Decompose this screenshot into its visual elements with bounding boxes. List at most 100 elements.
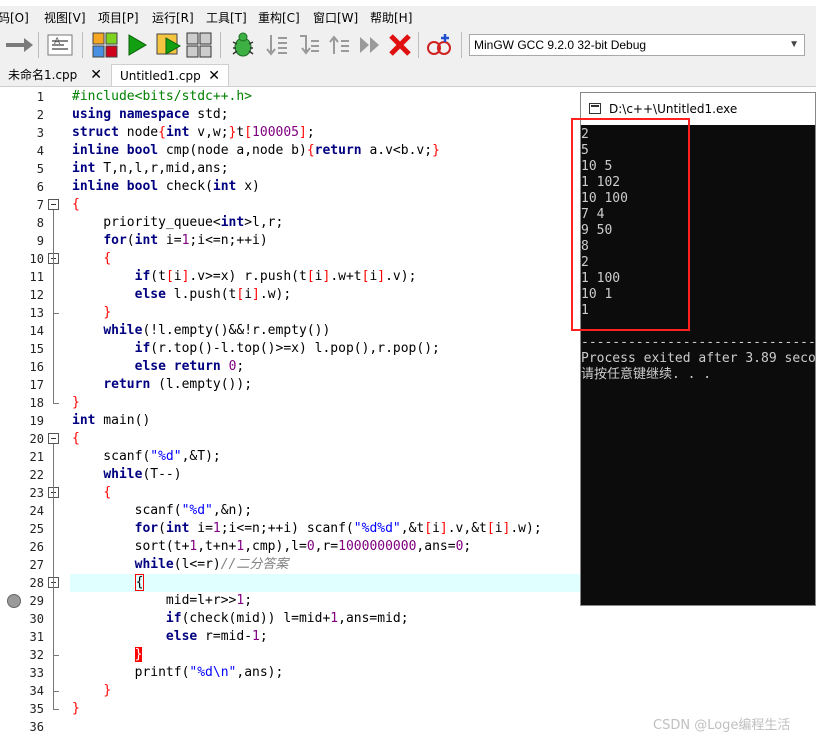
code-line[interactable]: } bbox=[72, 646, 143, 664]
code-line[interactable]: } bbox=[72, 394, 80, 412]
redo-arrow-icon[interactable] bbox=[4, 32, 34, 58]
line-number: 33 bbox=[29, 666, 44, 680]
code-line[interactable]: #include<bits/stdc++.h> bbox=[72, 88, 252, 106]
code-line[interactable]: { bbox=[72, 574, 145, 592]
code-token: ,r= bbox=[314, 539, 339, 554]
code-line[interactable]: int T,n,l,r,mid,ans; bbox=[72, 160, 229, 178]
code-token: int bbox=[134, 233, 159, 248]
menu-run[interactable]: 运行[R] bbox=[152, 9, 194, 26]
rebuild-all-icon[interactable] bbox=[186, 32, 212, 58]
code-token: ;i<=n;++i) scanf( bbox=[220, 521, 354, 536]
tab-untitled-cn[interactable]: 未命名1.cpp ✕ bbox=[0, 64, 110, 86]
run-icon[interactable] bbox=[126, 32, 148, 58]
code-token: node bbox=[118, 125, 159, 140]
menu-project[interactable]: 项目[P] bbox=[98, 9, 139, 26]
code-token: } bbox=[432, 143, 440, 158]
profile-analysis-icon[interactable] bbox=[426, 32, 452, 58]
compile-icon[interactable] bbox=[92, 32, 118, 58]
menu-code[interactable]: 码[O] bbox=[0, 9, 29, 26]
fold-toggle-icon[interactable] bbox=[48, 433, 59, 444]
code-line[interactable]: inline bool cmp(node a,node b){return a.… bbox=[72, 142, 440, 160]
breakpoint-marker-icon[interactable] bbox=[7, 594, 21, 608]
code-token: ; bbox=[236, 359, 245, 374]
code-token: "%d\n" bbox=[189, 665, 237, 680]
step-out-icon[interactable] bbox=[326, 32, 350, 58]
code-line[interactable]: else return 0; bbox=[72, 358, 245, 376]
fold-toggle-icon[interactable] bbox=[48, 199, 59, 210]
code-token: int bbox=[165, 521, 190, 536]
menu-help[interactable]: 帮助[H] bbox=[370, 9, 412, 26]
menu-view[interactable]: 视图[V] bbox=[44, 9, 86, 26]
code-line[interactable]: { bbox=[72, 484, 111, 502]
code-line[interactable]: sort(t+1,t+n+1,cmp),l=0,r=1000000000,ans… bbox=[72, 538, 472, 556]
code-line[interactable]: { bbox=[72, 196, 80, 214]
code-line[interactable]: for(int i=1;i<=n;++i) scanf("%d%d",&t[i]… bbox=[72, 520, 542, 538]
code-token: cmp(node a,node b) bbox=[158, 143, 307, 158]
code-line[interactable]: else l.push(t[i].w); bbox=[72, 286, 292, 304]
code-line[interactable]: while(l<=r)//二分答案 bbox=[72, 556, 289, 574]
menu-tools[interactable]: 工具[T] bbox=[206, 9, 247, 26]
code-line[interactable]: } bbox=[72, 682, 111, 700]
code-token: i= bbox=[158, 233, 182, 248]
code-line[interactable]: if(r.top()-l.top()>=x) l.pop(),r.pop(); bbox=[72, 340, 440, 358]
code-line[interactable]: if(t[i].v>=x) r.push(t[i].w+t[i].v); bbox=[72, 268, 417, 286]
code-line[interactable]: struct node{int v,w;}t[100005]; bbox=[72, 124, 315, 142]
code-token: .w+t bbox=[330, 269, 362, 284]
code-line[interactable]: { bbox=[72, 430, 80, 448]
code-token: ] bbox=[377, 269, 386, 284]
code-line[interactable]: if(check(mid)) l=mid+1,ans=mid; bbox=[72, 610, 409, 628]
close-icon[interactable]: ✕ bbox=[90, 64, 102, 86]
continue-icon[interactable] bbox=[358, 32, 382, 58]
line-number: 8 bbox=[36, 216, 44, 230]
stop-execution-icon[interactable] bbox=[388, 32, 412, 58]
menu-window[interactable]: 窗口[W] bbox=[313, 9, 358, 26]
step-over-icon[interactable] bbox=[264, 32, 288, 58]
toolbar-separator bbox=[38, 32, 39, 58]
code-token: 1 bbox=[252, 629, 260, 644]
code-token: >l,r; bbox=[244, 215, 284, 230]
code-line[interactable]: return (l.empty()); bbox=[72, 376, 252, 394]
code-token: { bbox=[134, 574, 145, 591]
code-line[interactable]: using namespace std; bbox=[72, 106, 229, 124]
close-icon[interactable]: ✕ bbox=[208, 65, 220, 87]
compile-run-icon[interactable] bbox=[156, 32, 182, 58]
code-line[interactable]: inline bool check(int x) bbox=[72, 178, 260, 196]
code-line[interactable]: scanf("%d",&n); bbox=[72, 502, 252, 520]
code-token: else bbox=[165, 629, 198, 644]
code-line[interactable]: { bbox=[72, 250, 111, 268]
code-line[interactable]: while(!l.empty()&&!r.empty()) bbox=[72, 322, 330, 340]
code-line[interactable]: else r=mid-1; bbox=[72, 628, 268, 646]
code-line[interactable]: } bbox=[72, 700, 80, 718]
debug-bug-icon[interactable] bbox=[230, 32, 256, 58]
code-line[interactable]: printf("%d\n",ans); bbox=[72, 664, 284, 682]
code-token: int bbox=[72, 413, 96, 428]
code-line[interactable]: scanf("%d",&T); bbox=[72, 448, 220, 466]
code-token: x) bbox=[236, 179, 260, 194]
menu-refactor[interactable]: 重构[C] bbox=[258, 9, 300, 26]
code-token: struct bbox=[72, 125, 119, 140]
line-number: 13 bbox=[29, 306, 44, 320]
line-number: 27 bbox=[29, 558, 44, 572]
code-token: i bbox=[244, 287, 253, 302]
tab-untitled1[interactable]: Untitled1.cpp ✕ bbox=[111, 64, 229, 86]
code-line[interactable]: int main() bbox=[72, 412, 150, 430]
code-line[interactable]: mid=l+r>>1; bbox=[72, 592, 252, 610]
format-code-icon[interactable]: A bbox=[46, 32, 74, 58]
code-token: } bbox=[134, 647, 143, 662]
line-number: 7 bbox=[36, 198, 44, 212]
code-line[interactable]: } bbox=[72, 304, 111, 322]
code-token: i bbox=[494, 521, 503, 536]
step-into-icon[interactable] bbox=[296, 32, 320, 58]
code-line[interactable]: for(int i=1;i<=n;++i) bbox=[72, 232, 267, 250]
code-token: bool bbox=[126, 179, 159, 194]
line-number: 28 bbox=[29, 576, 44, 590]
code-line[interactable]: priority_queue<int>l,r; bbox=[72, 214, 283, 232]
line-number-gutter[interactable]: 1 2 3 4 5 6 7 8 9 10 11 12 13 14 15 16 17 18 19 20 21 22 23 24 2… bbox=[0, 88, 70, 739]
compiler-select[interactable]: MinGW GCC 9.2.0 32-bit Debug ▼ bbox=[469, 34, 805, 56]
code-line[interactable]: while(T--) bbox=[72, 466, 181, 484]
code-token: v,w; bbox=[189, 125, 229, 140]
